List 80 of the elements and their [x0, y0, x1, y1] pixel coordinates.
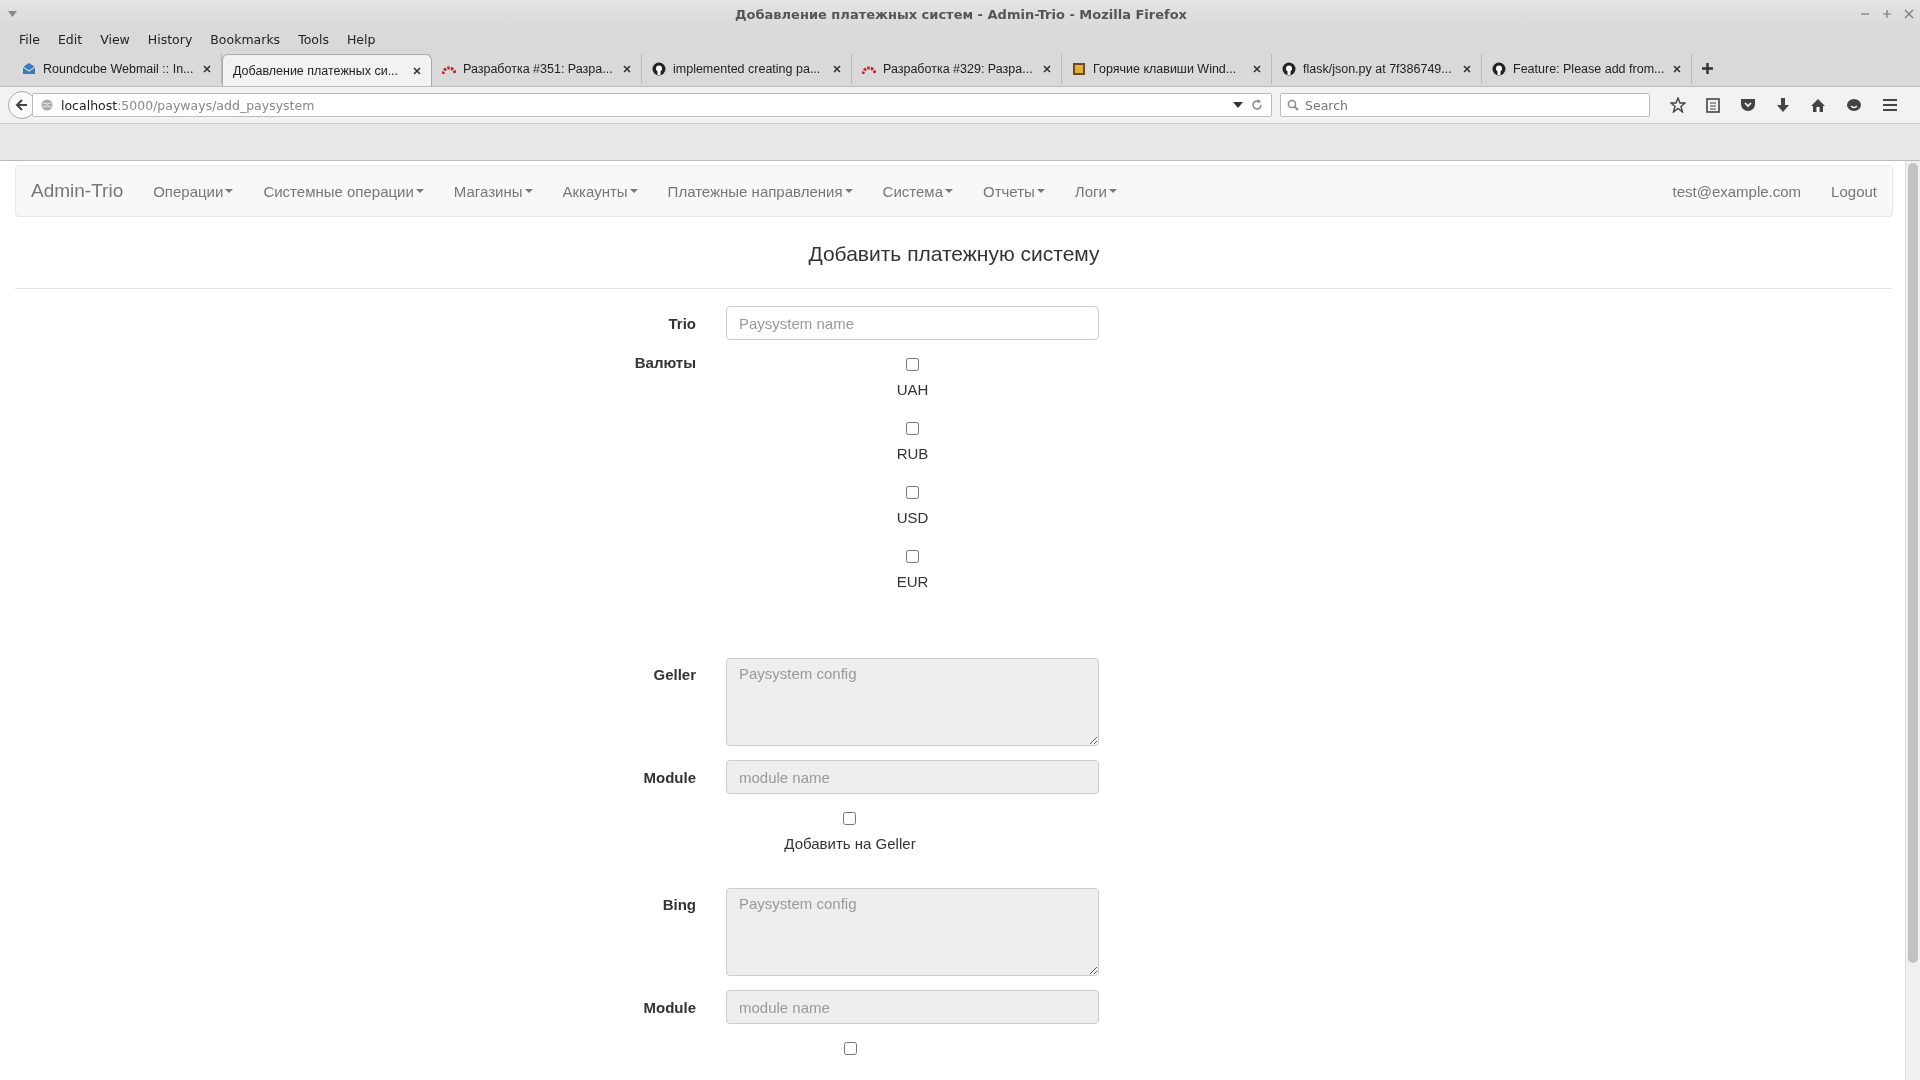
menu-item[interactable]: File	[10, 31, 49, 47]
nav-dropdown[interactable]: Логи	[1059, 182, 1132, 200]
scrollbar[interactable]	[1905, 161, 1920, 1080]
browser-tab[interactable]: Горячие клавиши Wind...	[1062, 54, 1272, 84]
nav-dropdown[interactable]: Система	[867, 182, 968, 200]
window-title: Добавление платежных систем - Admin-Trio - Mozilla Firefox	[734, 6, 1188, 22]
field-label: Trio	[667, 314, 697, 332]
nav-dropdown[interactable]: Операции	[138, 182, 249, 200]
checkbox-label: EUR	[896, 573, 929, 590]
github-icon	[1492, 62, 1506, 76]
nav-dropdown[interactable]: Отчеты	[968, 182, 1060, 200]
star-icon[interactable]	[1670, 97, 1686, 113]
browser-tab[interactable]: Feature: Please add from...	[1482, 54, 1692, 84]
browser-tab[interactable]: implemented creating pa...	[642, 54, 852, 84]
checkbox-label: USD	[896, 509, 929, 526]
user-link[interactable]: test@example.com	[1657, 182, 1817, 200]
menu-item[interactable]: Edit	[48, 31, 92, 47]
browser-tab[interactable]: Разработка #351: Разра...	[432, 54, 642, 84]
dropdown-icon[interactable]	[1233, 102, 1243, 108]
currency-checkbox[interactable]	[906, 550, 919, 563]
add-checkbox[interactable]	[843, 812, 857, 825]
brand-link[interactable]: Admin-Trio	[31, 180, 124, 202]
currency-checkbox[interactable]	[906, 422, 919, 435]
nav-dropdown[interactable]: Магазины	[438, 182, 548, 200]
search-field[interactable]: Search	[1280, 93, 1650, 117]
field-label: Валюты	[633, 354, 697, 371]
search-icon	[1287, 99, 1299, 111]
field-label: Bing	[661, 895, 697, 913]
name-field[interactable]: Paysystem name	[726, 306, 1099, 340]
module-field[interactable]: module name	[726, 760, 1099, 794]
menu-item[interactable]: History	[138, 31, 202, 47]
github-icon	[1282, 62, 1296, 76]
address-field[interactable]: localhost:5000/payways/add_paysystem	[32, 93, 1272, 117]
close-icon[interactable]	[413, 66, 421, 75]
github-icon	[652, 62, 666, 76]
browser-tab[interactable]: Добавление платежных си...	[222, 54, 432, 86]
clipboard-icon[interactable]	[1706, 97, 1720, 113]
page-heading: Добавить платежную систему	[807, 241, 1101, 267]
close-icon[interactable]	[623, 65, 631, 73]
menu-icon[interactable]	[1882, 98, 1898, 112]
pocket-icon[interactable]	[1740, 98, 1756, 112]
menu-item[interactable]: View	[91, 31, 139, 47]
menu-item[interactable]: Bookmarks	[201, 31, 290, 47]
nav-dropdown[interactable]: Аккаунты	[547, 182, 653, 200]
home-icon[interactable]	[1810, 97, 1826, 113]
plus-icon[interactable]	[1702, 63, 1713, 74]
nav-dropdown[interactable]: Платежные направления	[652, 182, 868, 200]
add-checkbox[interactable]	[843, 1042, 857, 1055]
currency-checkbox[interactable]	[906, 358, 919, 371]
envelope-icon	[22, 62, 36, 76]
close-icon[interactable]	[833, 65, 841, 73]
checkbox-label: UAH	[896, 381, 929, 398]
close-icon[interactable]	[1463, 65, 1471, 73]
close-icon[interactable]	[1043, 65, 1051, 73]
checkbox-label: Добавить на Geller	[784, 835, 916, 852]
browser-tab[interactable]: flask/json.py at 7f386749...	[1272, 54, 1482, 84]
logout-link[interactable]: Logout	[1816, 182, 1877, 200]
module-field[interactable]: module name	[726, 990, 1099, 1024]
nav-dropdown[interactable]: Системные операции	[248, 182, 439, 200]
menu-item[interactable]: Tools	[289, 31, 338, 47]
page-icon	[1072, 62, 1086, 76]
address-text: localhost:5000/payways/add_paysystem	[61, 97, 316, 113]
field-label: Module	[642, 768, 697, 786]
close-icon[interactable]	[1673, 65, 1681, 73]
field-label: Geller	[652, 665, 697, 683]
close-icon[interactable]	[203, 65, 211, 73]
chat-icon[interactable]	[1846, 97, 1862, 113]
currency-checkbox[interactable]	[906, 486, 919, 499]
globe-icon	[41, 99, 53, 111]
config-field[interactable]: Paysystem config	[726, 888, 1099, 976]
browser-tab[interactable]: Разработка #329: Разра...	[852, 54, 1062, 84]
reload-icon[interactable]	[1251, 99, 1263, 111]
field-label: Module	[642, 998, 697, 1016]
maximize-icon[interactable]	[1882, 9, 1892, 19]
arrow-icon	[15, 98, 29, 112]
checkbox-label: RUB	[896, 445, 929, 462]
download-icon[interactable]	[1776, 97, 1790, 113]
config-field[interactable]: Paysystem config	[726, 658, 1099, 746]
menu-item[interactable]: Help	[337, 31, 385, 47]
close-icon[interactable]	[1253, 65, 1261, 73]
